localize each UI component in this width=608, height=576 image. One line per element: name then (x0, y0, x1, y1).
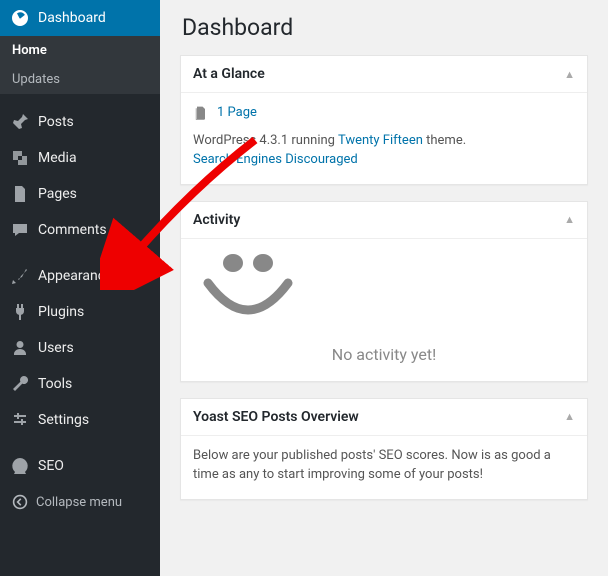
sidebar-label: Appearance (38, 268, 112, 284)
sidebar-label: Plugins (38, 304, 84, 320)
widget-header[interactable]: At a Glance ▲ (181, 56, 587, 93)
pin-icon (10, 112, 30, 132)
dashboard-icon (10, 8, 30, 28)
widget-title: At a Glance (193, 66, 265, 82)
sidebar-label: SEO (38, 458, 64, 474)
users-icon (10, 338, 30, 358)
admin-sidebar: Dashboard Home Updates Posts Media Pages… (0, 0, 160, 576)
sidebar-label: Tools (38, 376, 72, 392)
sidebar-item-media[interactable]: Media (0, 140, 160, 176)
sidebar-label: Media (38, 150, 77, 166)
sidebar-label: Settings (38, 412, 89, 428)
collapse-menu-button[interactable]: Collapse menu (0, 484, 160, 520)
widget-body: No activity yet! (181, 239, 587, 381)
toggle-icon[interactable]: ▲ (564, 68, 575, 81)
search-engines-link[interactable]: Search Engines Discouraged (193, 152, 358, 167)
page-icon (193, 105, 209, 121)
smiley-icon (193, 249, 575, 329)
sidebar-item-settings[interactable]: Settings (0, 402, 160, 438)
comments-icon (10, 220, 30, 240)
plugins-icon (10, 302, 30, 322)
sidebar-label: Users (38, 340, 74, 356)
sidebar-item-plugins[interactable]: Plugins (0, 294, 160, 330)
yoast-seo-widget: Yoast SEO Posts Overview ▲ Below are you… (180, 398, 588, 500)
sidebar-item-comments[interactable]: Comments (0, 212, 160, 248)
sidebar-item-users[interactable]: Users (0, 330, 160, 366)
widget-header[interactable]: Yoast SEO Posts Overview ▲ (181, 399, 587, 436)
sidebar-submenu-dashboard: Home Updates (0, 36, 160, 94)
seo-icon (10, 456, 30, 476)
sidebar-item-dashboard[interactable]: Dashboard (0, 0, 160, 36)
no-activity-text: No activity yet! (193, 343, 575, 367)
sidebar-label: Comments (38, 222, 107, 238)
sidebar-item-appearance[interactable]: Appearance (0, 258, 160, 294)
toggle-icon[interactable]: ▲ (564, 410, 575, 423)
wp-version-text: WordPress 4.3.1 running (193, 133, 338, 148)
settings-icon (10, 410, 30, 430)
sidebar-item-posts[interactable]: Posts (0, 104, 160, 140)
media-icon (10, 148, 30, 168)
at-a-glance-widget: At a Glance ▲ 1 Page WordPress 4.3.1 run… (180, 55, 588, 185)
wp-version-suffix: theme. (423, 133, 466, 148)
sidebar-label: Posts (38, 114, 74, 130)
pages-icon (10, 184, 30, 204)
sidebar-item-pages[interactable]: Pages (0, 176, 160, 212)
activity-widget: Activity ▲ No activity yet! (180, 201, 588, 382)
sidebar-label: Dashboard (38, 10, 106, 26)
toggle-icon[interactable]: ▲ (564, 213, 575, 226)
appearance-icon (10, 266, 30, 286)
widget-body: 1 Page WordPress 4.3.1 running Twenty Fi… (181, 93, 587, 184)
tools-icon (10, 374, 30, 394)
collapse-label: Collapse menu (36, 495, 122, 510)
sidebar-item-seo[interactable]: SEO (0, 448, 160, 484)
widget-title: Activity (193, 212, 240, 228)
widget-header[interactable]: Activity ▲ (181, 202, 587, 239)
content-area: Dashboard At a Glance ▲ 1 Page WordPress… (160, 0, 608, 576)
theme-link[interactable]: Twenty Fifteen (338, 133, 423, 148)
submenu-item-home[interactable]: Home (0, 36, 160, 65)
page-title: Dashboard (182, 14, 588, 41)
widget-title: Yoast SEO Posts Overview (193, 409, 359, 425)
pages-count-link[interactable]: 1 Page (217, 103, 257, 123)
widget-body: Below are your published posts' SEO scor… (181, 436, 587, 499)
sidebar-item-tools[interactable]: Tools (0, 366, 160, 402)
submenu-item-updates[interactable]: Updates (0, 65, 160, 94)
collapse-icon (10, 492, 30, 512)
sidebar-label: Pages (38, 186, 77, 202)
yoast-body-text: Below are your published posts' SEO scor… (193, 448, 551, 483)
